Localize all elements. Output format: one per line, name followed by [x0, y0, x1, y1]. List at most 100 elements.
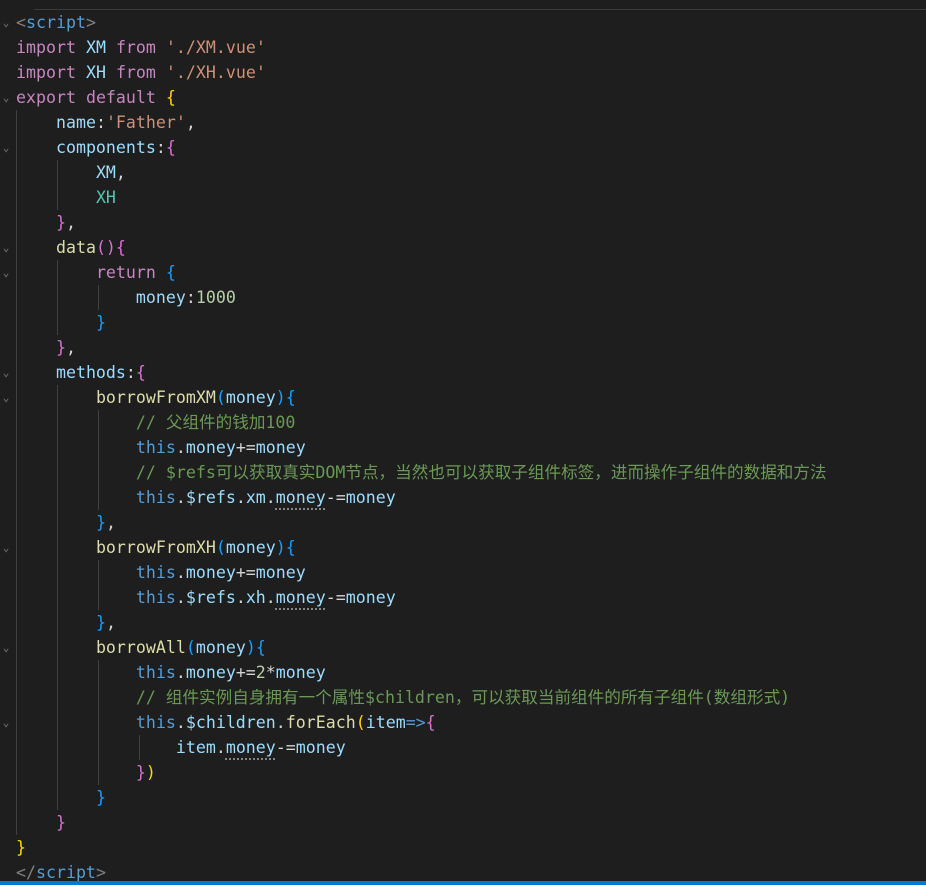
- code-token: }: [95, 513, 106, 532]
- code-line[interactable]: this.money+=2*money: [0, 660, 926, 685]
- code-line[interactable]: ⌄ return {: [0, 260, 926, 285]
- code-line[interactable]: // 父组件的钱加100: [0, 410, 926, 435]
- code-line[interactable]: },: [0, 335, 926, 360]
- code-token: .: [275, 713, 286, 732]
- indent-guide: [16, 260, 17, 285]
- indent-guide: [97, 560, 99, 585]
- indent-guide: [16, 385, 17, 410]
- code-line[interactable]: XM,: [0, 160, 926, 185]
- code-line[interactable]: ⌄ borrowFromXH(money){: [0, 535, 926, 560]
- code-token: this: [135, 588, 176, 607]
- indent-guide: [56, 410, 58, 435]
- code-line[interactable]: ⌄ methods:{: [0, 360, 926, 385]
- code-line[interactable]: money:1000: [0, 285, 926, 310]
- indent-guide: [16, 510, 17, 535]
- code-token: XM: [95, 163, 116, 182]
- code-token: data: [55, 238, 96, 257]
- code-line[interactable]: ⌄ borrowAll(money){: [0, 635, 926, 660]
- code-token: this: [135, 663, 176, 682]
- code-line[interactable]: }: [0, 835, 926, 860]
- indent-guide: [56, 660, 58, 685]
- code-token: return: [95, 263, 156, 282]
- code-line[interactable]: ⌄ components:{: [0, 135, 926, 160]
- code-token: money: [295, 738, 346, 757]
- code-token: }: [95, 613, 106, 632]
- indent-guide: [16, 360, 17, 385]
- indent-guide: [97, 410, 99, 435]
- code-token: money: [225, 388, 276, 407]
- indent-guide: [56, 510, 58, 535]
- code-line[interactable]: ⌄ <script>: [0, 10, 926, 35]
- code-line[interactable]: item.money-=money: [0, 735, 926, 760]
- code-line[interactable]: },: [0, 210, 926, 235]
- indent-guide: [56, 185, 58, 210]
- chevron-down-icon[interactable]: ⌄: [0, 535, 12, 560]
- code-line[interactable]: ⌄ borrowFromXM(money){: [0, 385, 926, 410]
- code-line[interactable]: import XM from './XM.vue': [0, 35, 926, 60]
- chevron-down-icon[interactable]: ⌄: [0, 710, 12, 735]
- chevron-down-icon[interactable]: ⌄: [0, 10, 12, 35]
- indent-guide: [97, 735, 99, 760]
- code-token: $refs: [185, 588, 236, 607]
- code-token: import: [16, 38, 76, 57]
- code-line[interactable]: },: [0, 610, 926, 635]
- code-token: .: [175, 588, 186, 607]
- indent-guide: [16, 135, 17, 160]
- code-token: .: [175, 438, 186, 457]
- indent-guide: [56, 285, 58, 310]
- code-token: money: [345, 588, 396, 607]
- code-line[interactable]: ⌄ data(){: [0, 235, 926, 260]
- chevron-down-icon[interactable]: ⌄: [0, 85, 12, 110]
- code-line[interactable]: // $refs可以获取真实DOM节点，当然也可以获取子组件标签，进而操作子组件…: [0, 460, 926, 485]
- code-token: money: [255, 563, 306, 582]
- code-line[interactable]: }: [0, 310, 926, 335]
- code-token: xh: [245, 588, 266, 607]
- code-token: }: [135, 763, 146, 782]
- chevron-down-icon[interactable]: ⌄: [0, 135, 12, 160]
- code-token: from: [115, 63, 156, 82]
- chevron-down-icon[interactable]: ⌄: [0, 385, 12, 410]
- code-token: :: [185, 288, 196, 307]
- code-line[interactable]: },: [0, 510, 926, 535]
- code-token: >: [85, 13, 96, 32]
- code-line[interactable]: // 组件实例自身拥有一个属性$children，可以获取当前组件的所有子组件(…: [0, 685, 926, 710]
- chevron-down-icon[interactable]: ⌄: [0, 260, 12, 285]
- code-line[interactable]: name:'Father',: [0, 110, 926, 135]
- code-line[interactable]: ⌄ export default {: [0, 85, 926, 110]
- chevron-down-icon[interactable]: ⌄: [0, 360, 12, 385]
- code-line[interactable]: this.money+=money: [0, 560, 926, 585]
- code-token: this: [135, 438, 176, 457]
- code-token: .: [265, 488, 276, 507]
- code-token: }: [55, 338, 66, 357]
- code-token: +=: [235, 438, 256, 457]
- code-line[interactable]: }: [0, 810, 926, 835]
- code-line[interactable]: ⌄ this.$children.forEach(item=>{: [0, 710, 926, 735]
- code-line[interactable]: }): [0, 760, 926, 785]
- code-line[interactable]: this.money+=money: [0, 435, 926, 460]
- code-token: // 组件实例自身拥有一个属性$children，可以获取当前组件的所有子组件(…: [135, 688, 791, 707]
- code-line[interactable]: import XH from './XH.vue': [0, 60, 926, 85]
- code-line[interactable]: }: [0, 785, 926, 810]
- code-editor[interactable]: ⌄ <script> import XM from './XM.vue' import…: [0, 10, 926, 885]
- chevron-down-icon[interactable]: ⌄: [0, 235, 12, 260]
- code-line[interactable]: this.$refs.xm.money-=money: [0, 485, 926, 510]
- code-token: {: [285, 388, 296, 407]
- code-line[interactable]: XH: [0, 185, 926, 210]
- code-line[interactable]: this.$refs.xh.money-=money: [0, 585, 926, 610]
- code-token: {: [285, 538, 296, 557]
- code-token: .: [235, 588, 246, 607]
- indent-guide: [16, 435, 17, 460]
- indent-guide: [16, 460, 17, 485]
- chevron-down-icon[interactable]: ⌄: [0, 635, 12, 660]
- code-token: item: [365, 713, 406, 732]
- code-token: // 父组件的钱加100: [135, 413, 296, 432]
